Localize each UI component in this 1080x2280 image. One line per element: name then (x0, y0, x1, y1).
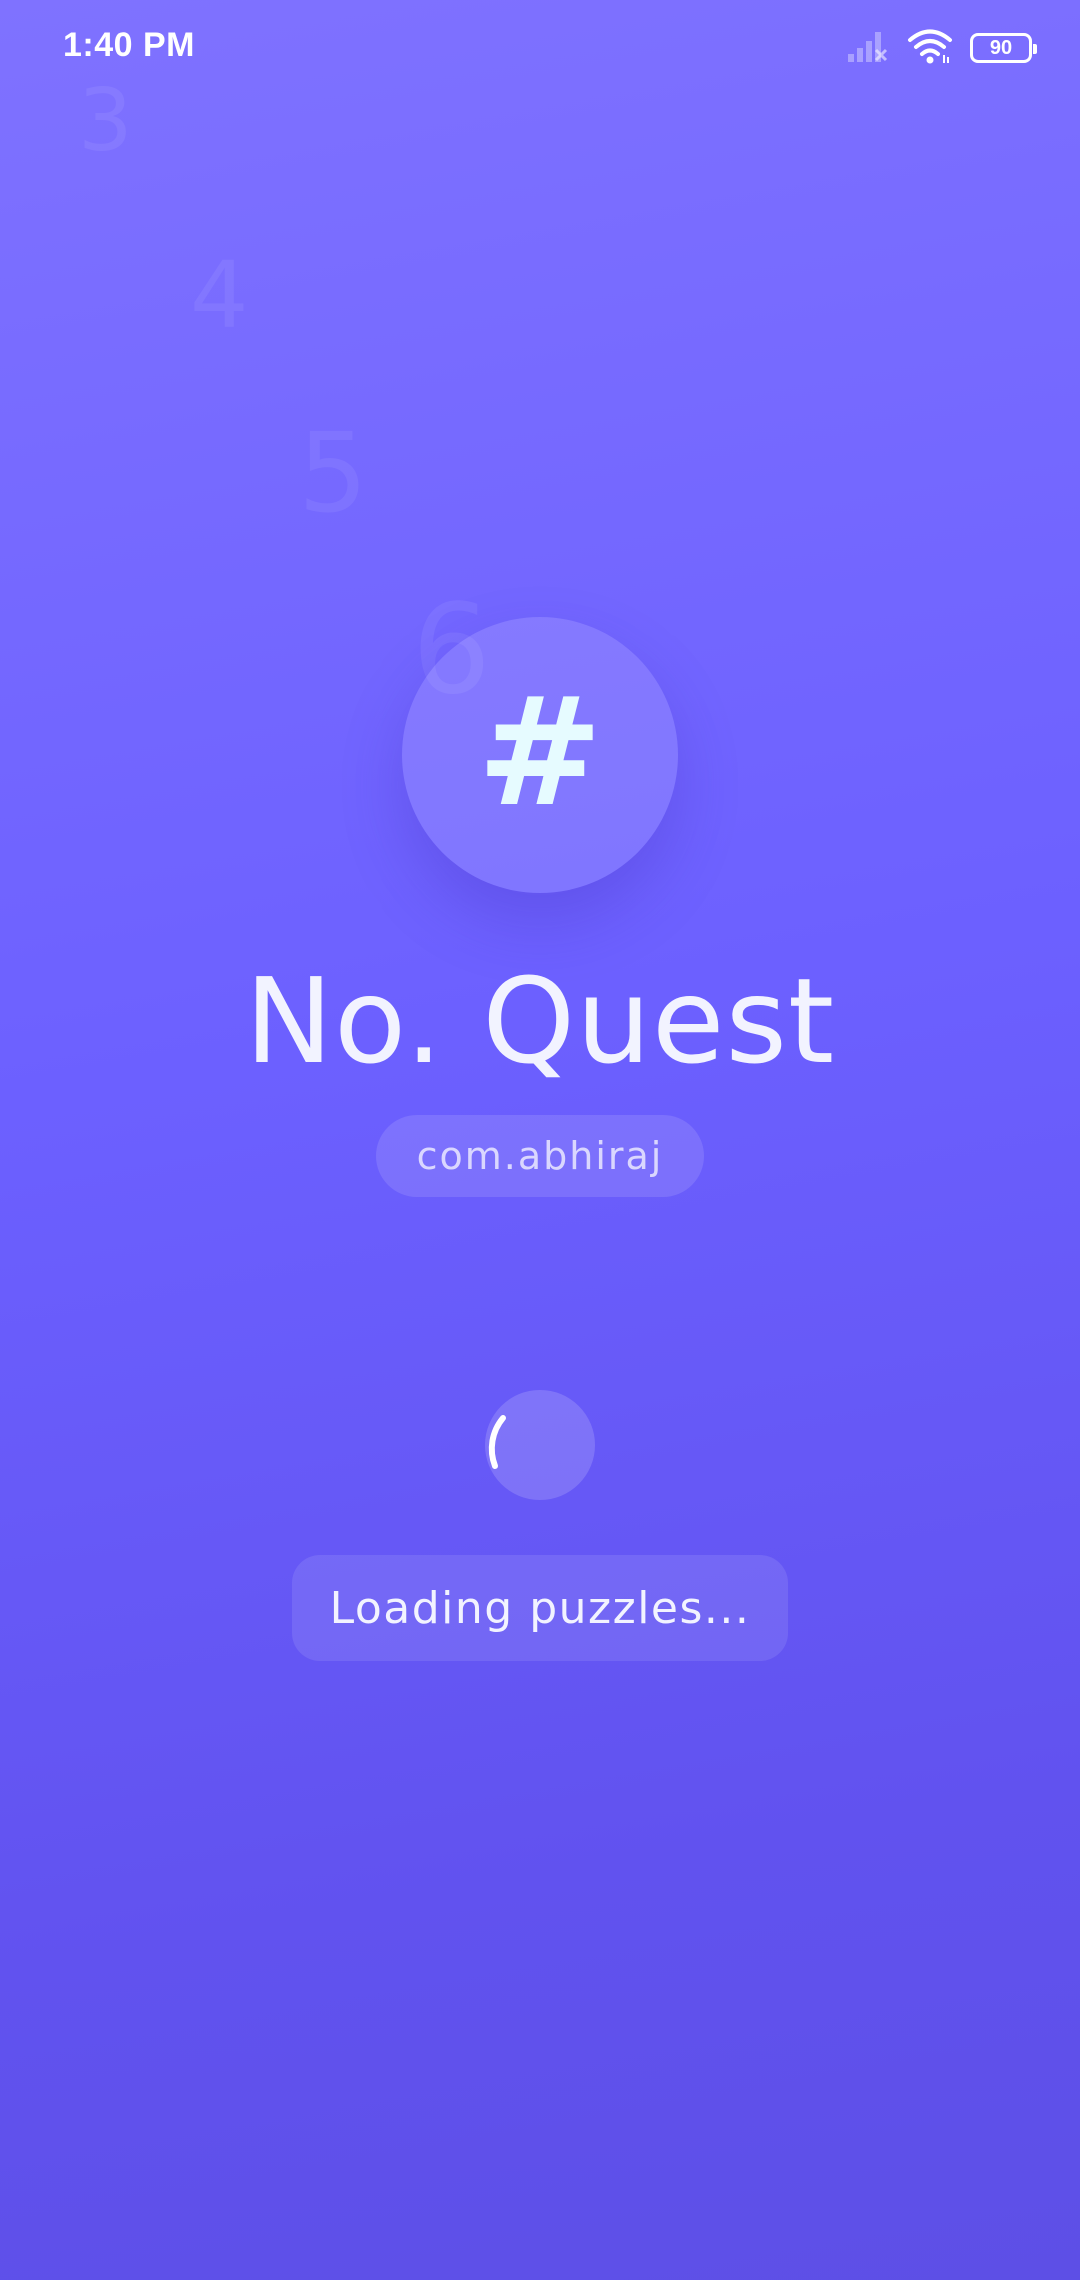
signal-icon (846, 28, 890, 69)
background-number: 3 (78, 71, 133, 171)
app-title: No. Quest (244, 952, 836, 1090)
background-number: 5 (298, 409, 368, 537)
loading-status: Loading puzzles... (292, 1555, 788, 1661)
hash-icon: # (477, 666, 603, 840)
battery-icon: 90 (970, 33, 1037, 63)
status-icons: 90 (846, 27, 1037, 70)
loading-text: Loading puzzles... (329, 1582, 751, 1634)
status-bar: 1:40 PM 90 (0, 0, 1080, 96)
package-badge: com.abhiraj (376, 1115, 704, 1197)
battery-level: 90 (989, 37, 1013, 59)
spinner-arc-icon (488, 1415, 506, 1469)
wifi-icon (906, 27, 954, 70)
background-number: 4 (190, 242, 249, 349)
package-name: com.abhiraj (416, 1134, 664, 1178)
status-time: 1:40 PM (63, 26, 195, 64)
app-logo: # (402, 617, 678, 893)
loading-spinner (485, 1390, 595, 1500)
